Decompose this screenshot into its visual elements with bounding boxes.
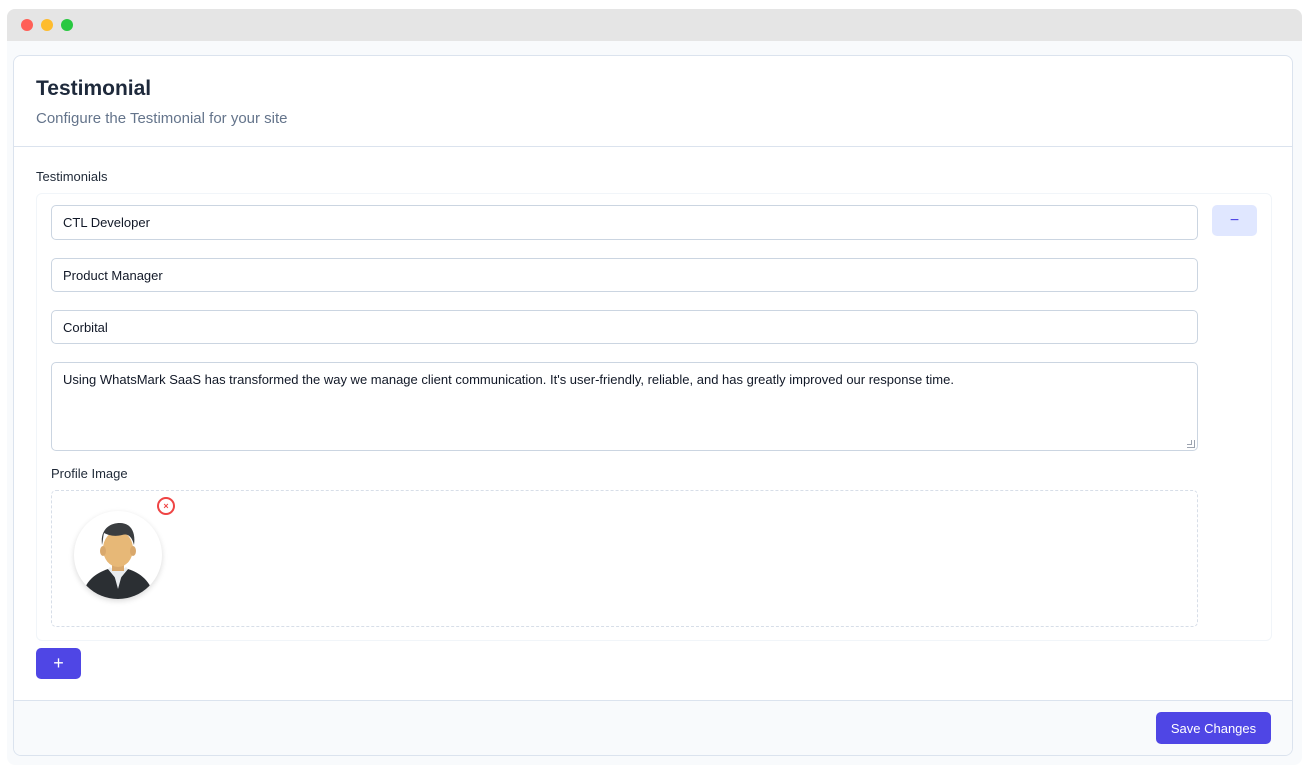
maximize-window-icon[interactable] [61,19,73,31]
profile-image-dropzone[interactable]: × [51,490,1198,627]
browser-window: Testimonial Configure the Testimonial fo… [7,9,1302,765]
message-textarea[interactable]: Using WhatsMark SaaS has transformed the… [51,362,1198,451]
testimonials-label: Testimonials [36,169,108,184]
window-titlebar [7,9,1302,41]
settings-card: Testimonial Configure the Testimonial fo… [13,55,1293,756]
name-input[interactable]: CTL Developer [51,205,1198,240]
save-changes-button[interactable]: Save Changes [1156,712,1271,744]
page-title: Testimonial [36,77,152,100]
minus-icon: − [1229,211,1240,229]
resize-handle-icon[interactable] [1187,440,1195,448]
position-input[interactable]: Product Manager [51,258,1198,292]
close-window-icon[interactable] [21,19,33,31]
company-input[interactable]: Corbital [51,310,1198,344]
profile-image-label: Profile Image [51,466,128,481]
businessman-avatar-icon [74,511,162,599]
card-footer: Save Changes [14,700,1292,755]
page-subtitle: Configure the Testimonial for your site [36,110,288,127]
minimize-window-icon[interactable] [41,19,53,31]
testimonial-item: CTL Developer − Product Manager Corbital… [36,193,1272,641]
add-testimonial-button[interactable]: + [36,648,81,679]
message-text: Using WhatsMark SaaS has transformed the… [63,372,954,387]
remove-testimonial-button[interactable]: − [1212,205,1257,236]
plus-icon: + [53,653,64,673]
card-header: Testimonial Configure the Testimonial fo… [14,56,1292,147]
remove-image-icon[interactable]: × [157,497,175,515]
